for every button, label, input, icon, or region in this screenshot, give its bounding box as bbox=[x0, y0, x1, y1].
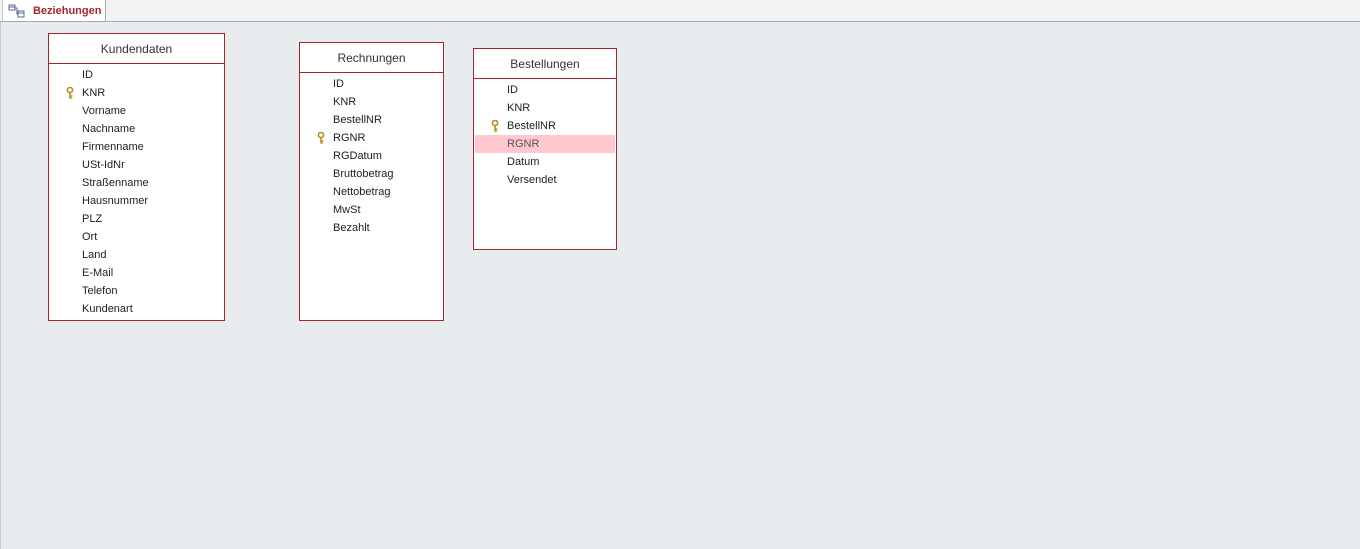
field-row[interactable]: Vorname bbox=[50, 102, 223, 120]
field-row[interactable]: USt-IdNr bbox=[50, 156, 223, 174]
field-name: Nettobetrag bbox=[333, 186, 391, 198]
field-name: USt-IdNr bbox=[82, 159, 125, 171]
field-row[interactable]: KNR bbox=[475, 99, 615, 117]
field-name: Telefon bbox=[82, 285, 118, 297]
field-name: Versendet bbox=[507, 174, 557, 186]
field-row[interactable]: RGDatum bbox=[301, 147, 442, 165]
field-name: KNR bbox=[82, 87, 106, 99]
field-row[interactable]: BestellNR bbox=[475, 117, 615, 135]
field-name: Firmenname bbox=[82, 141, 144, 153]
field-row[interactable]: RGNR bbox=[301, 129, 442, 147]
primary-key-icon bbox=[66, 86, 74, 99]
field-row[interactable]: MwSt bbox=[301, 201, 442, 219]
table-title[interactable]: Bestellungen bbox=[474, 49, 616, 79]
field-row[interactable]: Land bbox=[50, 246, 223, 264]
field-row[interactable]: Telefon bbox=[50, 282, 223, 300]
field-row[interactable]: ID bbox=[301, 75, 442, 93]
primary-key-icon bbox=[317, 131, 325, 144]
field-row[interactable]: Versendet bbox=[475, 171, 615, 189]
document-tab-bar: Beziehungen bbox=[0, 0, 1360, 22]
field-name: Land bbox=[82, 249, 107, 261]
field-row[interactable]: RGNR bbox=[475, 135, 615, 153]
field-row[interactable]: Firmenname bbox=[50, 138, 223, 156]
field-name: Vorname bbox=[82, 105, 127, 117]
field-row[interactable]: Kundenart bbox=[50, 300, 223, 318]
field-name: BestellNR bbox=[333, 114, 382, 126]
table-kundendaten[interactable]: Kundendaten ID KNR Vorname Nachname Firmenna… bbox=[48, 33, 225, 321]
field-name: Datum bbox=[507, 156, 540, 168]
field-row[interactable]: Straßenname bbox=[50, 174, 223, 192]
field-row[interactable]: Hausnummer bbox=[50, 192, 223, 210]
field-name: Nachname bbox=[82, 123, 136, 135]
tab-beziehungen[interactable]: Beziehungen bbox=[2, 0, 106, 21]
field-row[interactable]: Bezahlt bbox=[301, 219, 442, 237]
table-title[interactable]: Rechnungen bbox=[300, 43, 443, 73]
field-name: Straßenname bbox=[82, 177, 149, 189]
table-rechnungen[interactable]: Rechnungen ID KNR BestellNR RGNR RGDatum Brut… bbox=[299, 42, 444, 321]
field-row[interactable]: BestellNR bbox=[301, 111, 442, 129]
field-list: ID KNR Vorname Nachname Firmenname USt-IdNr St… bbox=[49, 64, 224, 318]
field-name: Bezahlt bbox=[333, 222, 370, 234]
field-row[interactable]: Datum bbox=[475, 153, 615, 171]
field-name: ID bbox=[507, 84, 518, 96]
field-row[interactable]: Bruttobetrag bbox=[301, 165, 442, 183]
relationships-icon bbox=[8, 4, 26, 18]
field-row[interactable]: E-Mail bbox=[50, 264, 223, 282]
field-name: RGNR bbox=[333, 132, 366, 144]
table-bestellungen[interactable]: Bestellungen ID KNR BestellNR RGNR Datum Vers… bbox=[473, 48, 617, 250]
field-name: ID bbox=[333, 78, 344, 90]
field-name: BestellNR bbox=[507, 120, 556, 132]
field-name: E-Mail bbox=[82, 267, 114, 279]
field-name: MwSt bbox=[333, 204, 361, 216]
canvas-border bbox=[0, 22, 1, 549]
table-title[interactable]: Kundendaten bbox=[49, 34, 224, 64]
field-row[interactable]: ID bbox=[50, 66, 223, 84]
field-name: Hausnummer bbox=[82, 195, 149, 207]
tab-label: Beziehungen bbox=[33, 4, 102, 17]
field-name: ID bbox=[82, 69, 93, 81]
field-row[interactable]: KNR bbox=[301, 93, 442, 111]
field-name: KNR bbox=[333, 96, 357, 108]
field-list: ID KNR BestellNR RGNR RGDatum Bruttobetrag Net… bbox=[300, 73, 443, 237]
field-name: Ort bbox=[82, 231, 98, 243]
field-row[interactable]: ID bbox=[475, 81, 615, 99]
field-name: KNR bbox=[507, 102, 531, 114]
field-list: ID KNR BestellNR RGNR Datum Versendet bbox=[474, 79, 616, 189]
field-row[interactable]: Nettobetrag bbox=[301, 183, 442, 201]
field-name: PLZ bbox=[82, 213, 103, 225]
primary-key-icon bbox=[491, 119, 499, 132]
field-row[interactable]: PLZ bbox=[50, 210, 223, 228]
field-name: Bruttobetrag bbox=[333, 168, 394, 180]
field-name: RGNR bbox=[507, 138, 540, 150]
field-name: RGDatum bbox=[333, 150, 382, 162]
field-row[interactable]: KNR bbox=[50, 84, 223, 102]
field-row[interactable]: Ort bbox=[50, 228, 223, 246]
field-row[interactable]: Nachname bbox=[50, 120, 223, 138]
field-name: Kundenart bbox=[82, 303, 133, 315]
